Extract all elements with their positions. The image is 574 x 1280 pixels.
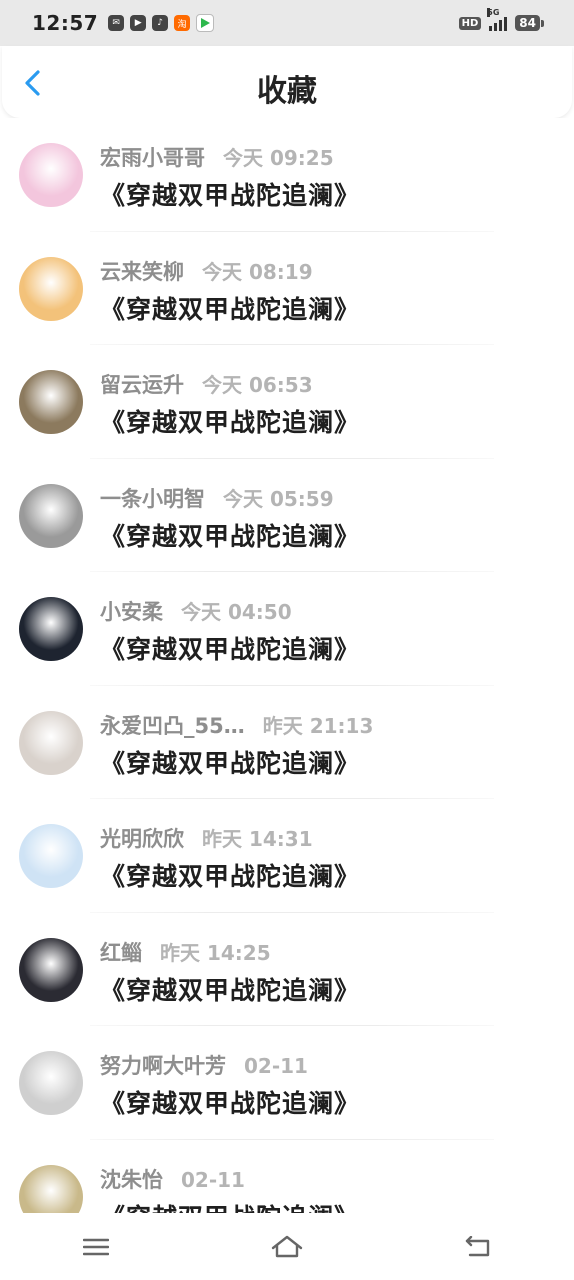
notification-icons: ✉ ▶ ♪ 淘 (108, 14, 215, 32)
item-time: 今天 09:25 (223, 146, 334, 170)
user-name[interactable]: 云来笑柳 (100, 256, 184, 286)
avatar[interactable] (19, 1051, 83, 1115)
item-time: 02-11 (181, 1167, 245, 1192)
list-item[interactable]: 永爱凹凸_55… 昨天 21:13 《穿越双甲战陀追澜》 (0, 686, 574, 799)
system-nav-bar (0, 1213, 574, 1280)
favorites-list: 宏雨小哥哥 今天 09:25 《穿越双甲战陀追澜》 云来笑柳 今天 08:19 《穿… (0, 118, 574, 1213)
signal-icon: 5G (487, 8, 508, 31)
user-name[interactable]: 沈朱怡 (100, 1164, 163, 1194)
avatar[interactable] (19, 710, 83, 775)
list-item[interactable]: 云来笑柳 今天 08:19 《穿越双甲战陀追澜》 (0, 232, 574, 345)
item-time: 今天 05:59 (223, 486, 334, 511)
taobao-icon: 淘 (174, 15, 191, 31)
list-item[interactable]: 红鲻 昨天 14:25 《穿越双甲战陀追澜》 (0, 913, 574, 1026)
book-title[interactable]: 《穿越双甲战陀追澜》 (100, 857, 360, 893)
item-time: 02-11 (244, 1054, 308, 1078)
menu-icon (82, 1238, 109, 1255)
user-name[interactable]: 努力啊大叶芳 (100, 1050, 226, 1080)
battery-icon: 84 (515, 15, 544, 31)
back-nav-button[interactable] (448, 1227, 508, 1267)
avatar[interactable] (19, 937, 83, 1002)
book-title[interactable]: 《穿越双甲战陀追澜》 (100, 744, 360, 780)
page-title: 收藏 (257, 74, 317, 109)
avatar[interactable] (19, 1164, 83, 1213)
user-name[interactable]: 红鲻 (100, 937, 142, 967)
home-icon (271, 1235, 303, 1257)
status-bar: 12:57 ✉ ▶ ♪ 淘 HD 5G 84 (0, 0, 574, 46)
avatar[interactable] (19, 597, 83, 661)
back-nav-icon (466, 1235, 490, 1256)
book-title[interactable]: 《穿越双甲战陀追澜》 (100, 517, 360, 553)
item-time: 昨天 14:31 (202, 827, 313, 851)
book-title[interactable]: 《穿越双甲战陀追澜》 (100, 971, 360, 1007)
item-time: 今天 04:50 (181, 600, 292, 624)
avatar[interactable] (19, 370, 83, 434)
book-title[interactable]: 《穿越双甲战陀追澜》 (100, 1084, 360, 1120)
play-icon (196, 14, 215, 32)
user-name[interactable]: 宏雨小哥哥 (100, 142, 205, 172)
avatar[interactable] (19, 483, 83, 548)
book-title[interactable]: 《穿越双甲战陀追澜》 (100, 1198, 360, 1214)
status-right: HD 5G 84 (458, 8, 544, 31)
home-button[interactable] (257, 1227, 317, 1267)
status-left: 12:57 ✉ ▶ ♪ 淘 (32, 11, 215, 35)
menu-button[interactable] (66, 1227, 126, 1267)
video-icon: ▶ (130, 15, 147, 31)
user-name[interactable]: 永爱凹凸_55… (100, 710, 245, 740)
item-time: 今天 06:53 (202, 373, 313, 397)
user-name[interactable]: 小安柔 (100, 596, 163, 626)
network-type: 5G (487, 8, 500, 17)
item-time: 今天 08:19 (202, 259, 313, 284)
user-name[interactable]: 光明欣欣 (100, 823, 184, 853)
list-item[interactable]: 小安柔 今天 04:50 《穿越双甲战陀追澜》 (0, 572, 574, 686)
list-item[interactable]: 努力啊大叶芳 02-11 《穿越双甲战陀追澜》 (0, 1026, 574, 1140)
book-title[interactable]: 《穿越双甲战陀追澜》 (100, 403, 360, 439)
battery-level: 84 (515, 15, 540, 31)
message-icon: ✉ (108, 15, 125, 31)
avatar[interactable] (19, 824, 83, 888)
user-name[interactable]: 留云运升 (100, 369, 184, 399)
status-time: 12:57 (32, 11, 99, 35)
list-item[interactable]: 宏雨小哥哥 今天 09:25 《穿越双甲战陀追澜》 (0, 118, 574, 232)
book-title[interactable]: 《穿越双甲战陀追澜》 (100, 630, 360, 666)
list-item[interactable]: 沈朱怡 02-11 《穿越双甲战陀追澜》 (0, 1140, 574, 1214)
user-name[interactable]: 一条小明智 (100, 483, 205, 513)
list-item[interactable]: 光明欣欣 昨天 14:31 《穿越双甲战陀追澜》 (0, 799, 574, 913)
header: 收藏 (2, 46, 572, 118)
list-item[interactable]: 一条小明智 今天 05:59 《穿越双甲战陀追澜》 (0, 459, 574, 572)
tiktok-icon: ♪ (152, 15, 169, 31)
avatar[interactable] (19, 256, 83, 321)
item-time: 昨天 21:13 (262, 713, 374, 738)
list-item[interactable]: 留云运升 今天 06:53 《穿越双甲战陀追澜》 (0, 345, 574, 459)
item-time: 昨天 14:25 (160, 940, 271, 965)
book-title[interactable]: 《穿越双甲战陀追澜》 (100, 290, 360, 326)
avatar[interactable] (19, 143, 83, 207)
book-title[interactable]: 《穿越双甲战陀追澜》 (100, 176, 360, 212)
hd-icon: HD (458, 16, 482, 30)
